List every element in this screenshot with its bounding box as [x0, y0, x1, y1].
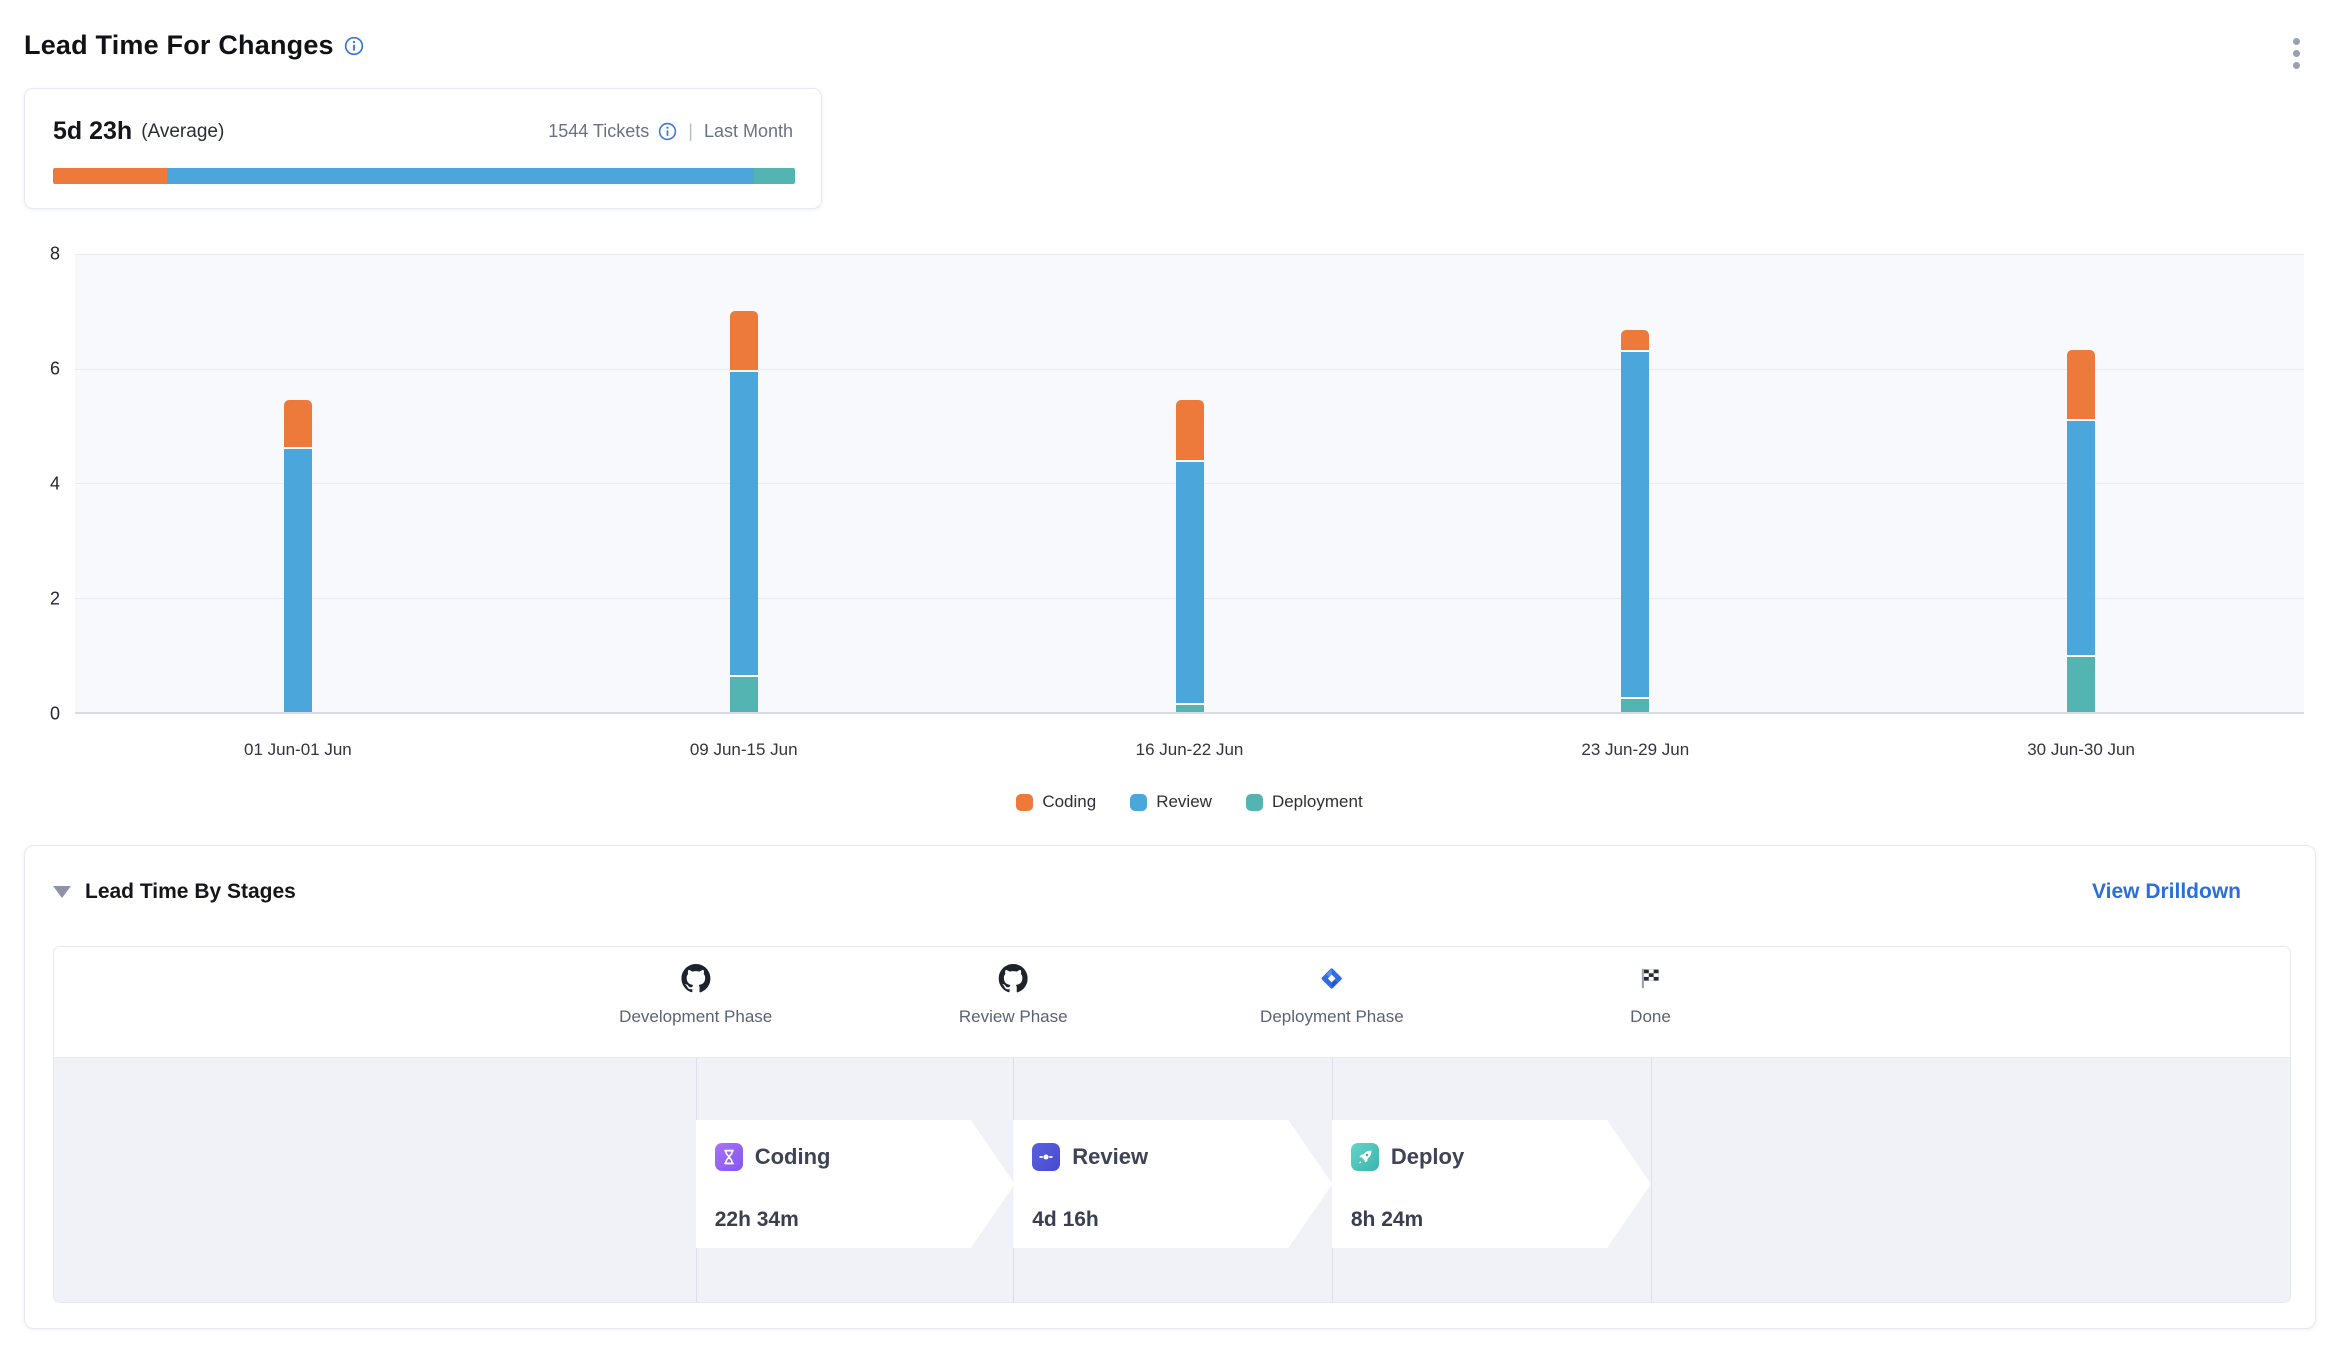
bar-group-5: [2067, 254, 2095, 712]
legend-item-review[interactable]: Review: [1130, 792, 1212, 812]
lead-time-by-stages-card: Lead Time By Stages View Drilldown Devel…: [24, 845, 2316, 1329]
tickets-count: 1544 Tickets: [548, 121, 649, 142]
rocket-icon: [1351, 1143, 1379, 1171]
stages-table: Development Phase Review Phase Deployment …: [53, 946, 2291, 1303]
bar-segment-coding[interactable]: [284, 400, 312, 447]
stages-body: Coding 22h 34m Review 4d 16h Deploy 8h 24m: [54, 1057, 2290, 1303]
github-icon: [681, 963, 710, 993]
legend-label: Review: [1156, 792, 1212, 812]
y-tick-label: 4: [18, 474, 60, 495]
x-tick-label: 09 Jun-15 Jun: [690, 740, 798, 760]
stage-duration: 4d 16h: [1032, 1208, 1099, 1232]
commit-icon: [1032, 1143, 1060, 1171]
y-tick-label: 0: [18, 704, 60, 725]
x-tick-label: 16 Jun-22 Jun: [1136, 740, 1244, 760]
bar-segment-review[interactable]: [730, 370, 758, 675]
phase-header-4: Done: [1630, 963, 1671, 1027]
bar-segment-review[interactable]: [284, 447, 312, 712]
summary-distribution-bar: [53, 168, 795, 184]
legend-item-deployment[interactable]: Deployment: [1246, 792, 1363, 812]
legend-item-coding[interactable]: Coding: [1016, 792, 1096, 812]
bar-segment-deployment[interactable]: [2067, 655, 2095, 712]
phase-header-row: Development Phase Review Phase Deployment …: [54, 947, 2290, 1057]
phase-label: Done: [1630, 1007, 1671, 1027]
bar-group-3: [1176, 254, 1204, 712]
x-tick-label: 30 Jun-30 Jun: [2027, 740, 2135, 760]
stage-card-review[interactable]: Review 4d 16h: [1013, 1120, 1332, 1248]
average-qualifier: (Average): [141, 121, 224, 143]
stage-name: Deploy: [1391, 1144, 1464, 1170]
phase-label: Development Phase: [619, 1007, 772, 1027]
period-label: Last Month: [704, 121, 793, 142]
legend-swatch: [1130, 794, 1147, 811]
stage-name: Review: [1072, 1144, 1148, 1170]
bar-segment-review[interactable]: [1621, 350, 1649, 696]
stage-duration: 8h 24m: [1351, 1208, 1423, 1232]
stage-card-coding[interactable]: Coding 22h 34m: [696, 1120, 1015, 1248]
bar-segment-deployment[interactable]: [730, 675, 758, 712]
legend-swatch: [1016, 794, 1033, 811]
collapse-chevron-icon[interactable]: [53, 886, 71, 898]
phase-label: Review Phase: [959, 1007, 1068, 1027]
column-divider: [1651, 1058, 1652, 1303]
phase-header-1: Development Phase: [619, 963, 772, 1027]
average-value: 5d 23h: [53, 117, 132, 146]
bar-segment-review[interactable]: [1176, 460, 1204, 704]
legend-swatch: [1246, 794, 1263, 811]
bar-group-2: [730, 254, 758, 712]
legend-label: Deployment: [1272, 792, 1363, 812]
stages-title: Lead Time By Stages: [85, 880, 296, 904]
info-icon[interactable]: [344, 36, 364, 56]
stage-name: Coding: [755, 1144, 831, 1170]
phase-header-2: Review Phase: [959, 963, 1068, 1027]
stage-card-deploy[interactable]: Deploy 8h 24m: [1332, 1120, 1651, 1248]
view-drilldown-link[interactable]: View Drilldown: [2092, 880, 2241, 904]
stage-duration: 22h 34m: [715, 1208, 799, 1232]
bar-segment-deployment[interactable]: [1176, 703, 1204, 712]
summary-bar-segment-review: [167, 168, 754, 184]
bar-group-1: [284, 254, 312, 712]
y-tick-label: 8: [18, 244, 60, 265]
separator: |: [688, 121, 693, 142]
bar-segment-coding[interactable]: [1176, 400, 1204, 460]
tickets-info-icon[interactable]: [658, 122, 677, 141]
legend-label: Coding: [1042, 792, 1096, 812]
chart-legend: Coding Review Deployment: [75, 792, 2304, 812]
y-tick-label: 6: [18, 359, 60, 380]
phase-label: Deployment Phase: [1260, 1007, 1404, 1027]
summary-bar-segment-deployment: [754, 168, 795, 184]
github-icon: [999, 963, 1028, 993]
plot-area: [75, 254, 2304, 714]
diamond-icon: [1318, 963, 1345, 993]
phase-header-3: Deployment Phase: [1260, 963, 1404, 1027]
bar-group-4: [1621, 254, 1649, 712]
kebab-menu-icon[interactable]: [2289, 34, 2304, 73]
summary-bar-segment-coding: [53, 168, 167, 184]
page-title: Lead Time For Changes: [24, 30, 334, 61]
bar-segment-review[interactable]: [2067, 419, 2095, 655]
checkered-flag-icon: [1638, 963, 1663, 993]
hourglass-icon: [715, 1143, 743, 1171]
summary-card: 5d 23h (Average) 1544 Tickets | Last Mon…: [24, 88, 822, 209]
y-tick-label: 2: [18, 589, 60, 610]
page-header: Lead Time For Changes: [24, 30, 364, 61]
x-tick-label: 23 Jun-29 Jun: [1581, 740, 1689, 760]
bar-segment-coding[interactable]: [2067, 350, 2095, 419]
bar-segment-coding[interactable]: [730, 311, 758, 369]
bar-segment-coding[interactable]: [1621, 330, 1649, 351]
bar-segment-deployment[interactable]: [1621, 697, 1649, 712]
x-tick-label: 01 Jun-01 Jun: [244, 740, 352, 760]
